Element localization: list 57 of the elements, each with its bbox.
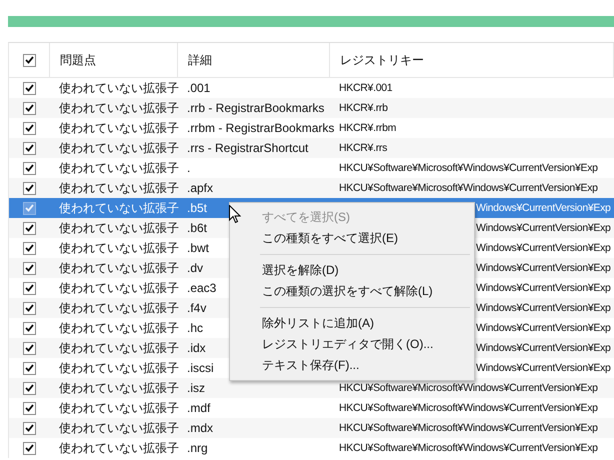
table-cell: Windows¥CurrentVersion¥Exp: [476, 282, 611, 294]
table-cell: .bwt: [187, 241, 210, 255]
table-cell: 使われていない拡張子: [59, 380, 179, 396]
table-cell: .rrb - RegistrarBookmarks: [187, 101, 324, 115]
table-cell: .mdx: [187, 421, 214, 435]
table-cell: HKCU¥Software¥Microsoft¥Windows¥CurrentVersion¥Exp: [339, 442, 598, 454]
table-cell: .b6t: [187, 221, 208, 235]
table-cell: 使われていない拡張子: [59, 440, 179, 456]
table-cell: 使われていない拡張子: [59, 320, 179, 336]
table-cell: .apfx: [187, 181, 214, 195]
table-cell: HKCR¥.001: [339, 82, 392, 94]
table-cell: HKCU¥Software¥Microsoft¥Windows¥CurrentVersion¥Exp: [339, 382, 598, 394]
table-cell: 使われていない拡張子: [59, 280, 179, 296]
table-cell: .rrs - RegistrarShortcut: [187, 141, 308, 155]
table-cell: 使われていない拡張子: [59, 140, 179, 156]
table-cell: 使われていない拡張子: [59, 400, 179, 416]
table-cell: .hc: [187, 321, 204, 335]
table-cell: 使われていない拡張子: [59, 160, 179, 176]
table-cell: 使われていない拡張子: [59, 120, 179, 136]
table-cell: HKCR¥.rrbm: [339, 122, 396, 134]
table-cell: .isz: [187, 381, 205, 395]
table-cell: 使われていない拡張子: [59, 180, 179, 196]
table-cell: 使われていない拡張子: [59, 240, 179, 256]
table-cell: .mdf: [187, 401, 210, 415]
table-cell: Windows¥CurrentVersion¥Exp: [476, 362, 611, 374]
table-cell: .: [187, 161, 190, 175]
table-cell: HKCU¥Software¥Microsoft¥Windows¥CurrentVersion¥Exp: [339, 182, 598, 194]
table-cell: 使われていない拡張子: [59, 360, 179, 376]
table-cell: 使われていない拡張子: [59, 300, 179, 316]
table-cell: Windows¥CurrentVersion¥Exp: [476, 342, 611, 354]
table-cell: .f4v: [187, 301, 206, 315]
table-cell: 使われていない拡張子: [59, 220, 179, 236]
table-cell: .nrg: [187, 441, 208, 455]
table-cell: .iscsi: [187, 361, 214, 375]
table-cell: .rrbm - RegistrarBookmarks: [187, 121, 334, 135]
table-cell: 使われていない拡張子: [59, 340, 179, 356]
table-cell: .eac3: [187, 281, 216, 295]
table-cell: Windows¥CurrentVersion¥Exp: [476, 222, 611, 234]
table-cell: Windows¥CurrentVersion¥Exp: [476, 202, 611, 214]
table-cell: .001: [187, 81, 210, 95]
table-cell: .dv: [187, 261, 204, 275]
table-cell: HKCR¥.rrb: [339, 102, 388, 114]
table-cell: 使われていない拡張子: [59, 200, 179, 216]
table-cell: Windows¥CurrentVersion¥Exp: [476, 302, 611, 314]
table-cell: 使われていない拡張子: [59, 100, 179, 116]
table-cell: .idx: [187, 341, 206, 355]
table-cell: 使われていない拡張子: [59, 80, 179, 96]
table-cell: Windows¥CurrentVersion¥Exp: [476, 322, 611, 334]
table-cell: HKCU¥Software¥Microsoft¥Windows¥CurrentVersion¥Exp: [339, 402, 598, 414]
table-cell: 使われていない拡張子: [59, 260, 179, 276]
table-cell: HKCU¥Software¥Microsoft¥Windows¥CurrentVersion¥Exp: [339, 162, 598, 174]
table-cell: HKCU¥Software¥Microsoft¥Windows¥CurrentVersion¥Exp: [339, 422, 598, 434]
table-cell: 使われていない拡張子: [59, 420, 179, 436]
table-cell: Windows¥CurrentVersion¥Exp: [476, 242, 611, 254]
table-cell: Windows¥CurrentVersion¥Exp: [476, 262, 611, 274]
table-cell: HKCR¥.rrs: [339, 142, 388, 154]
table-cell: .b5t: [187, 201, 208, 215]
